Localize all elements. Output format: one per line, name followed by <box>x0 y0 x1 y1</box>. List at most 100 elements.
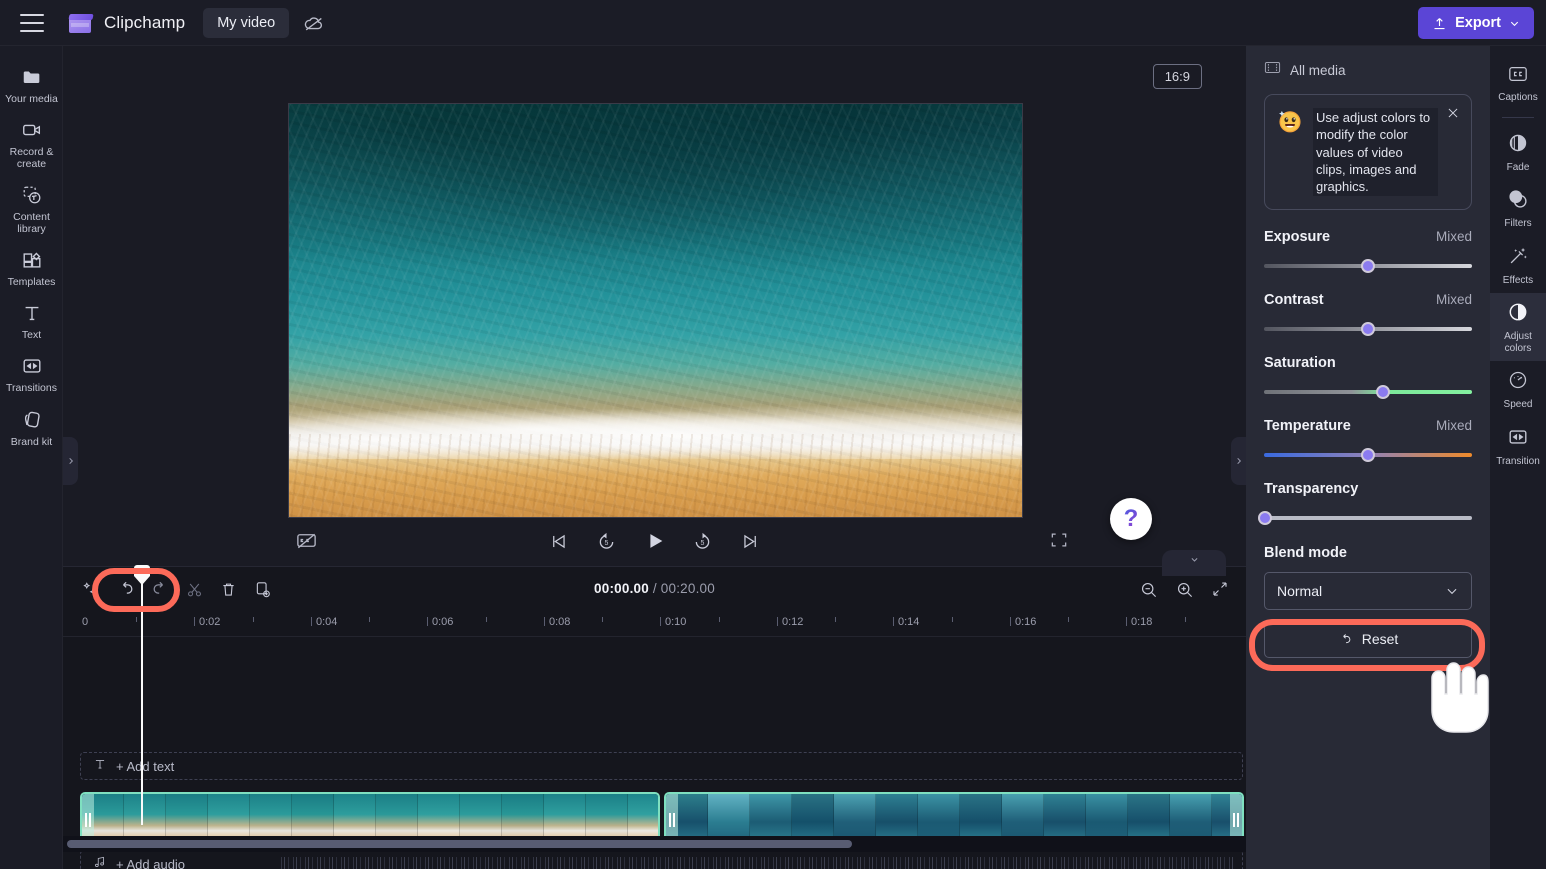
ruler-label: 0:14 <box>898 616 920 628</box>
sidebar-label: Templates <box>7 276 56 289</box>
transitions-icon <box>19 354 45 378</box>
sidebar-item-transitions[interactable]: Transitions <box>0 347 63 400</box>
content-library-icon <box>19 183 45 207</box>
control-temperature: Temperature Mixed <box>1264 418 1472 463</box>
sidebar-label: Transitions <box>6 382 57 395</box>
brand-name: Clipchamp <box>104 12 186 32</box>
magic-wand-icon[interactable] <box>75 572 109 606</box>
timeline-tracks: + Add text + Add audio <box>63 637 1246 869</box>
ruler-label: 0:08 <box>549 616 571 628</box>
contrast-label: Contrast <box>1264 292 1324 309</box>
control-transparency: Transparency <box>1258 481 1472 526</box>
saturation-slider[interactable] <box>1264 385 1472 400</box>
sidebar-label: Brand kit <box>10 435 53 448</box>
ruler-label: 0 <box>82 616 89 628</box>
aspect-ratio-badge[interactable]: 16:9 <box>1152 64 1202 89</box>
speed-gauge-icon <box>1506 369 1530 396</box>
hamburger-icon[interactable] <box>20 13 44 32</box>
clipchamp-logo-icon <box>68 12 95 34</box>
captions-off-icon[interactable] <box>295 529 319 553</box>
zoom-out-icon[interactable] <box>1136 577 1160 601</box>
close-icon[interactable] <box>1443 103 1463 123</box>
timeline: 00:00.00 / 00:20.00 0 0:02 0:04 0:06 0:0… <box>63 565 1246 869</box>
panel-header: All media <box>1264 46 1472 94</box>
add-text-label: + Add text <box>116 758 175 774</box>
temperature-value: Mixed <box>1435 418 1472 434</box>
tab-captions[interactable]: Captions <box>1490 56 1546 111</box>
sidebar-item-brand-kit[interactable]: Brand kit <box>0 401 63 454</box>
timeline-tools <box>75 567 279 611</box>
top-bar: Clipchamp My video Export <box>0 0 1546 46</box>
tab-label: Effects <box>1502 274 1534 286</box>
text-icon <box>93 757 107 776</box>
rewind-5-seconds-button[interactable]: 5 <box>594 528 620 554</box>
player-controls: 5 5 <box>63 518 1246 564</box>
sidebar-item-record-create[interactable]: Record & create <box>0 111 63 176</box>
tab-effects[interactable]: Effects <box>1490 237 1546 294</box>
right-sidebar: Captions Fade Filters Effects Adjust col… <box>1490 46 1546 869</box>
divider <box>1502 116 1534 118</box>
panel-collapse-tab[interactable] <box>1162 550 1226 576</box>
exposure-value: Mixed <box>1435 229 1472 245</box>
undo-icon <box>1343 634 1350 643</box>
sidebar-item-text[interactable]: Text <box>0 294 63 347</box>
fullscreen-button[interactable] <box>1049 530 1071 552</box>
tab-fade[interactable]: Fade <box>1490 124 1546 181</box>
effects-wand-icon <box>1506 245 1530 272</box>
tip-card: Use adjust colors to modify the color va… <box>1264 94 1472 211</box>
sidebar-label: Content library <box>13 211 50 236</box>
sidebar-label: Record & create <box>9 146 54 171</box>
contrast-slider[interactable] <box>1264 322 1472 337</box>
project-name-field[interactable]: My video <box>203 7 290 38</box>
fit-to-screen-icon[interactable] <box>1208 577 1232 601</box>
text-icon <box>19 301 45 325</box>
cloud-off-icon[interactable] <box>299 8 329 38</box>
adjust-colors-icon <box>1506 301 1530 328</box>
music-note-icon <box>93 855 107 869</box>
duplicate-button[interactable] <box>245 572 279 606</box>
timeline-horizontal-scrollbar[interactable] <box>67 840 852 848</box>
tab-adjust-colors[interactable]: Adjust colors <box>1490 293 1546 361</box>
tab-label: Filters <box>1504 218 1532 229</box>
timeline-ruler[interactable]: 0 0:02 0:04 0:06 0:08 0:10 0:12 0:14 0:1… <box>63 611 1246 637</box>
forward-5-seconds-button[interactable]: 5 <box>690 528 716 554</box>
tab-speed[interactable]: Speed <box>1490 361 1546 418</box>
temperature-slider[interactable] <box>1264 448 1472 463</box>
ruler-label: 0:04 <box>316 616 338 628</box>
brand: Clipchamp <box>68 12 186 34</box>
delete-button[interactable] <box>211 572 245 606</box>
help-button[interactable]: ? <box>1110 498 1152 540</box>
add-text-track[interactable]: + Add text <box>80 752 1243 780</box>
tab-filters[interactable]: Filters <box>1490 180 1546 237</box>
collapse-right-panel-button[interactable] <box>1231 437 1246 485</box>
tab-label: Captions <box>1498 92 1538 103</box>
fade-icon <box>1506 132 1530 159</box>
expand-left-panel-button[interactable] <box>63 437 78 485</box>
panel-header-label: All media <box>1290 62 1346 78</box>
clipchamp-video-editor: Clipchamp My video Export Your media Rec… <box>0 0 1546 869</box>
skip-to-end-button[interactable] <box>738 528 764 554</box>
audio-waveform <box>281 857 1234 869</box>
split-button[interactable] <box>177 572 211 606</box>
saturation-label: Saturation <box>1264 355 1336 372</box>
tab-transition[interactable]: Transition <box>1490 418 1546 475</box>
blend-mode-select[interactable]: Normal <box>1264 572 1472 611</box>
zoom-in-icon[interactable] <box>1172 577 1196 601</box>
sidebar-item-templates[interactable]: Templates <box>0 241 63 294</box>
chevron-down-icon <box>1510 21 1519 26</box>
templates-icon <box>19 248 45 272</box>
sidebar-item-content-library[interactable]: Content library <box>0 176 63 241</box>
exposure-label: Exposure <box>1264 229 1331 246</box>
playhead[interactable] <box>134 565 150 825</box>
skip-to-start-button[interactable] <box>546 528 572 554</box>
export-button[interactable]: Export <box>1418 7 1534 39</box>
transition-icon <box>1506 426 1530 453</box>
help-glyph: ? <box>1123 505 1139 532</box>
play-button[interactable] <box>642 528 668 554</box>
transparency-slider[interactable] <box>1258 511 1472 526</box>
sidebar-item-your-media[interactable]: Your media <box>0 58 63 111</box>
video-preview[interactable] <box>288 103 1023 518</box>
exposure-slider[interactable] <box>1264 259 1472 274</box>
time-separator: / <box>648 581 661 596</box>
add-audio-track[interactable]: + Add audio <box>80 850 1243 869</box>
